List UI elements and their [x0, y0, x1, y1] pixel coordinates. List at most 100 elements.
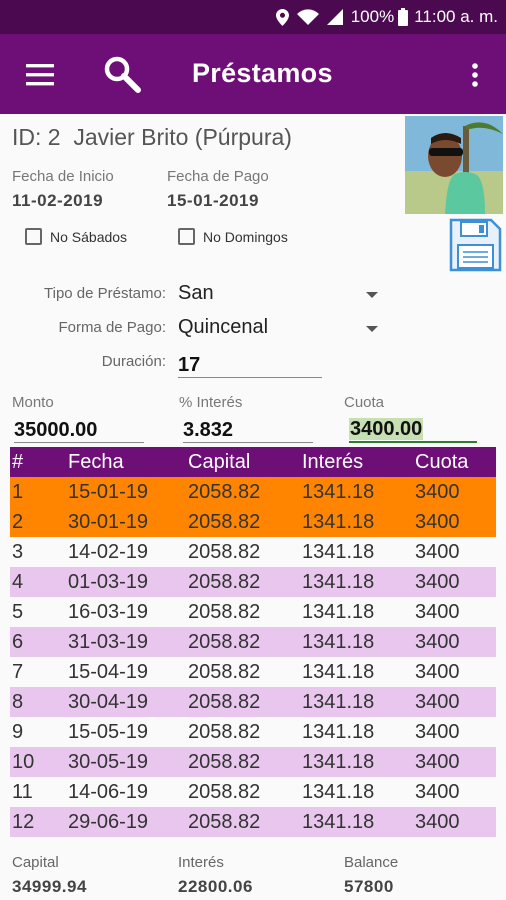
- monto-value: 35000.00: [14, 419, 98, 441]
- row-interest: 1341.18: [300, 567, 413, 597]
- status-bar: 100% 11:00 a. m.: [0, 0, 506, 34]
- client-photo[interactable]: [405, 116, 503, 214]
- table-row[interactable]: 12 29-06-19 2058.82 1341.18 3400: [10, 807, 496, 837]
- interest-label: % Interés: [179, 394, 243, 411]
- row-date: 14-02-19: [68, 540, 149, 563]
- no-sundays-label: No Domingos: [203, 228, 288, 245]
- row-number: 9: [12, 720, 24, 743]
- row-date: 15-01-19: [66, 477, 186, 507]
- pay-form-select[interactable]: Quincenal: [178, 316, 378, 342]
- table-row[interactable]: 3 14-02-19 2058.82 1341.18 3400: [10, 537, 496, 567]
- row-capital: 2058.82: [186, 477, 300, 507]
- checkbox-box: [178, 228, 195, 245]
- row-date: 29-06-19: [66, 807, 186, 837]
- total-interest-value: 22800.06: [178, 877, 253, 896]
- row-capital: 2058.82: [186, 807, 300, 837]
- signal-icon: [326, 9, 343, 25]
- header-number: #: [10, 447, 66, 477]
- table-row[interactable]: 10 30-05-19 2058.82 1341.18 3400: [10, 747, 496, 777]
- row-number: 8: [10, 687, 66, 717]
- row-capital: 2058.82: [186, 687, 300, 717]
- row-interest: 1341.18: [300, 807, 413, 837]
- table-row[interactable]: 5 16-03-19 2058.82 1341.18 3400: [10, 597, 496, 627]
- row-cuota: 3400: [415, 780, 460, 803]
- app-bar: Préstamos: [0, 34, 506, 114]
- balance-value: 57800: [344, 877, 394, 896]
- interest-value: 3.832: [183, 419, 234, 441]
- row-cuota: 3400: [413, 627, 496, 657]
- more-options-icon[interactable]: [462, 58, 488, 92]
- row-date: 15-04-19: [68, 660, 149, 683]
- row-cuota: 3400: [415, 540, 460, 563]
- clock: 11:00 a. m.: [414, 7, 498, 26]
- pay-date-value[interactable]: 15-01-2019: [167, 191, 259, 211]
- row-cuota: 3400: [413, 567, 496, 597]
- loan-type-select[interactable]: San: [178, 282, 378, 308]
- client-header: ID: 2 Javier Brito (Púrpura): [12, 124, 292, 151]
- row-capital: 2058.82: [188, 660, 261, 683]
- header-interest: Interés: [300, 447, 413, 477]
- row-interest: 1341.18: [300, 687, 413, 717]
- save-icon[interactable]: [449, 218, 502, 272]
- row-date: 31-03-19: [66, 627, 186, 657]
- row-number: 10: [10, 747, 66, 777]
- row-capital: 2058.82: [186, 747, 300, 777]
- duration-input[interactable]: 17: [178, 353, 322, 378]
- pay-date-label: Fecha de Pago: [167, 168, 269, 185]
- search-icon[interactable]: [100, 54, 144, 94]
- table-row[interactable]: 11 14-06-19 2058.82 1341.18 3400: [10, 777, 496, 807]
- row-capital: 2058.82: [188, 600, 261, 623]
- menu-icon[interactable]: [20, 60, 60, 90]
- table-header-row: # Fecha Capital Interés Cuota: [10, 447, 496, 477]
- row-capital: 2058.82: [188, 720, 261, 743]
- row-cuota: 3400: [415, 660, 460, 683]
- table-row[interactable]: 7 15-04-19 2058.82 1341.18 3400: [10, 657, 496, 687]
- chevron-down-icon: [366, 326, 378, 332]
- no-saturdays-checkbox[interactable]: No Sábados: [25, 228, 127, 245]
- row-date: 30-01-19: [66, 507, 186, 537]
- row-number: 5: [12, 600, 24, 623]
- row-interest: 1341.18: [300, 477, 413, 507]
- table-row[interactable]: 4 01-03-19 2058.82 1341.18 3400: [10, 567, 496, 597]
- pay-form-value: Quincenal: [178, 316, 269, 338]
- row-interest: 1341.18: [302, 540, 375, 563]
- no-sundays-checkbox[interactable]: No Domingos: [178, 228, 288, 245]
- duration-value: 17: [178, 354, 201, 376]
- wifi-icon: [296, 8, 319, 26]
- start-date-label: Fecha de Inicio: [12, 168, 114, 185]
- start-date-value[interactable]: 11-02-2019: [12, 191, 103, 211]
- balance-label: Balance: [344, 854, 399, 871]
- total-interest-label: Interés: [178, 854, 224, 871]
- table-row[interactable]: 9 15-05-19 2058.82 1341.18 3400: [10, 717, 496, 747]
- row-capital: 2058.82: [186, 567, 300, 597]
- table-row[interactable]: 8 30-04-19 2058.82 1341.18 3400: [10, 687, 496, 717]
- row-number: 12: [10, 807, 66, 837]
- chevron-down-icon: [366, 292, 378, 298]
- row-number: 2: [10, 507, 66, 537]
- battery-icon: [398, 8, 409, 26]
- loan-type-label: Tipo de Préstamo:: [44, 285, 166, 302]
- row-capital: 2058.82: [186, 627, 300, 657]
- row-number: 3: [12, 540, 24, 563]
- row-cuota: 3400: [413, 507, 496, 537]
- no-saturdays-label: No Sábados: [50, 228, 128, 245]
- header-cuota: Cuota: [413, 447, 496, 477]
- row-date: 15-05-19: [68, 720, 149, 743]
- table-row[interactable]: 2 30-01-19 2058.82 1341.18 3400: [10, 507, 496, 537]
- amortization-table: # Fecha Capital Interés Cuota 1 15-01-19 2…: [10, 447, 496, 837]
- interest-input[interactable]: 3.832: [183, 418, 313, 443]
- row-interest: 1341.18: [302, 780, 375, 803]
- row-cuota: 3400: [413, 687, 496, 717]
- table-body: 1 15-01-19 2058.82 1341.18 3400 2 30-01-19 2058…: [10, 477, 496, 837]
- table-row[interactable]: 1 15-01-19 2058.82 1341.18 3400: [10, 477, 496, 507]
- row-date: 01-03-19: [66, 567, 186, 597]
- cuota-input[interactable]: 3400.00: [349, 417, 477, 443]
- row-interest: 1341.18: [300, 627, 413, 657]
- row-cuota: 3400: [415, 600, 460, 623]
- monto-input[interactable]: 35000.00: [14, 418, 144, 443]
- row-number: 11: [12, 780, 33, 803]
- pay-form-label: Forma de Pago:: [58, 319, 166, 336]
- row-number: 7: [12, 660, 24, 683]
- table-row[interactable]: 6 31-03-19 2058.82 1341.18 3400: [10, 627, 496, 657]
- location-icon: [275, 8, 289, 26]
